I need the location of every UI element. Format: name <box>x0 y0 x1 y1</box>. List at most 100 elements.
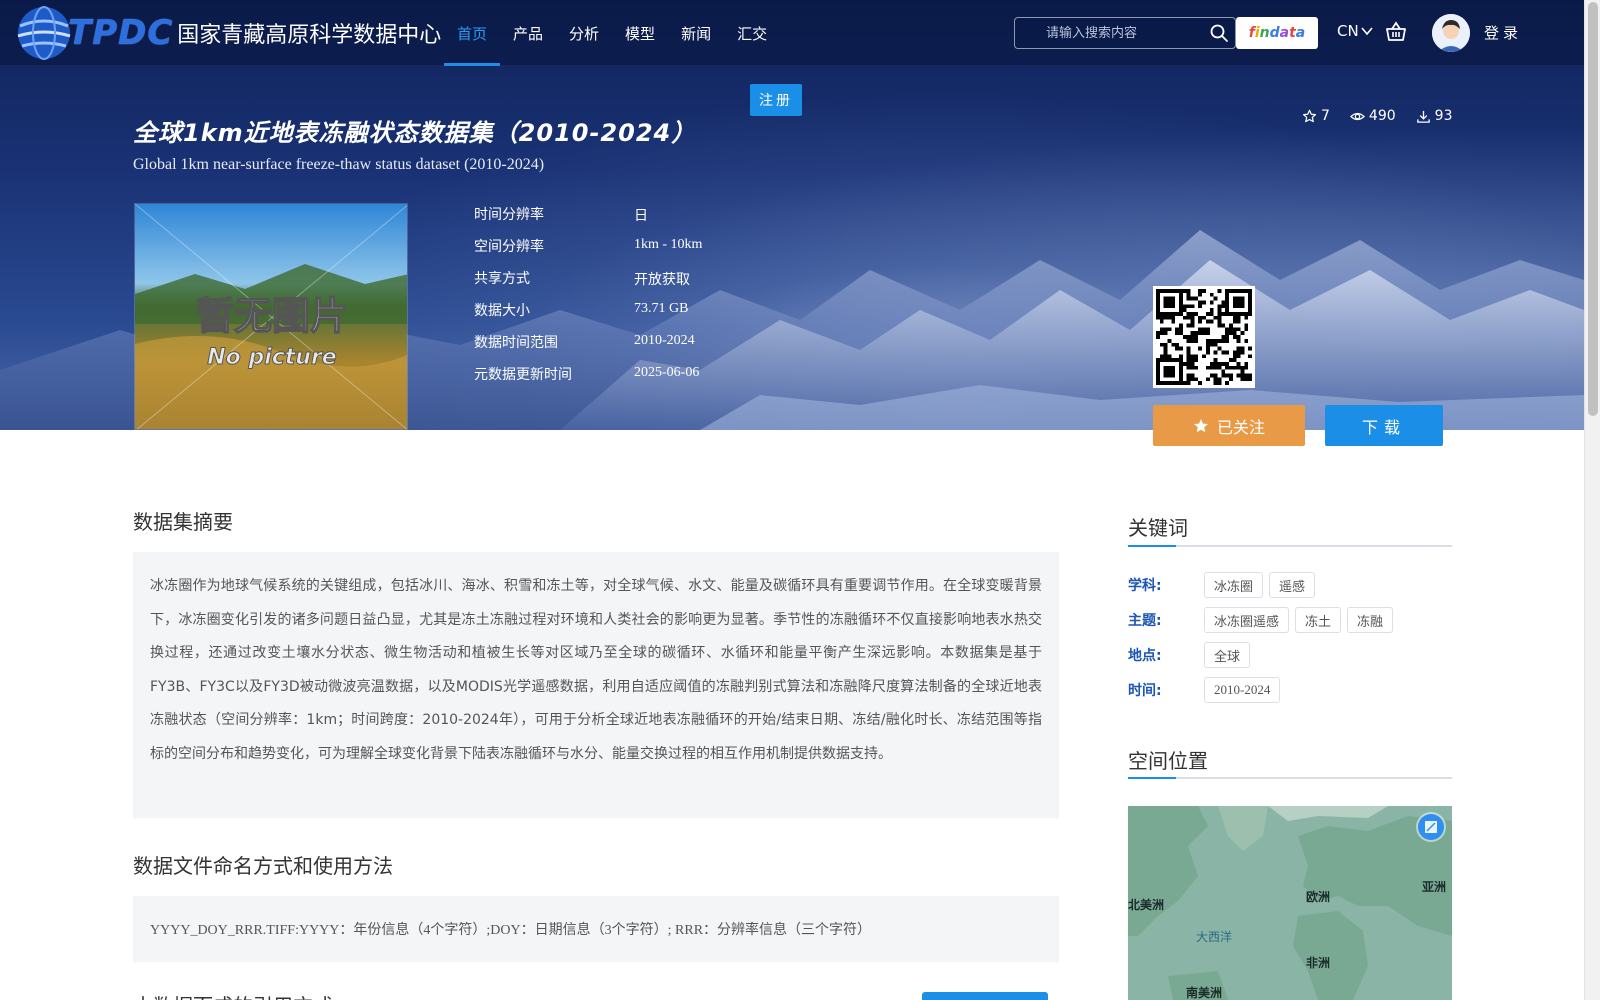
download-icon <box>1416 110 1430 123</box>
abstract-heading: 数据集摘要 <box>133 510 233 534</box>
globe-logo-icon <box>17 6 71 60</box>
map-label-asia: 亚洲 <box>1422 880 1447 894</box>
keyword-tag[interactable]: 2010-2024 <box>1204 677 1281 703</box>
no-picture-text-en: No picture <box>207 345 337 370</box>
eye-icon <box>1349 112 1365 120</box>
scrollbar-thumb[interactable] <box>1588 2 1598 416</box>
nav-item-home[interactable]: 首页 <box>444 0 501 66</box>
keyword-tag[interactable]: 冻融 <box>1347 607 1394 633</box>
citation-heading: 本数据而成的引用方式 <box>133 990 333 1000</box>
meta-label: 空间分辨率 <box>474 239 544 255</box>
keyword-label: 主题: <box>1128 613 1162 629</box>
page-scrollbar[interactable] <box>1584 0 1600 1000</box>
keyword-row-theme: 主题: 冰冻圈遥感 冻土 冻融 <box>1128 607 1399 633</box>
findata-link[interactable]: findata findata <box>1236 17 1318 49</box>
keyword-tag[interactable]: 冰冻圈遥感 <box>1204 607 1290 633</box>
nav-item-news[interactable]: 新闻 <box>668 0 724 66</box>
meta-value: 开放获取 <box>634 273 690 288</box>
views-stat: 490 <box>1349 108 1396 124</box>
downloads-count: 93 <box>1434 108 1453 124</box>
map-label-north-america: 北美洲 <box>1128 898 1165 912</box>
search-input[interactable] <box>1015 18 1201 48</box>
qr-code <box>1153 286 1255 388</box>
views-count: 490 <box>1368 108 1396 124</box>
top-navigation-bar: TPDC 国家青藏高原科学数据中心 首页 产品 分析 模型 新闻 汇交 find… <box>0 0 1584 66</box>
nav-item-models[interactable]: 模型 <box>612 0 668 66</box>
meta-label: 共享方式 <box>474 271 530 287</box>
expand-icon <box>1425 821 1437 833</box>
star-filled-icon <box>1193 418 1208 432</box>
dataset-metadata: 时间分辨率 日 空间分辨率 1km - 10km 共享方式 开放获取 数据大小 … <box>474 200 874 392</box>
meta-row-metadata-updated: 元数据更新时间 2025-06-06 <box>474 360 874 392</box>
naming-text: YYYY_DOY_RRR.TIFF:YYYY：年份信息（4个字符）;DOY：日期… <box>150 923 872 938</box>
citation-action-button[interactable] <box>922 992 1048 1000</box>
user-avatar[interactable] <box>1432 14 1470 52</box>
search-icon[interactable] <box>1209 23 1229 43</box>
meta-row-sharing: 共享方式 开放获取 <box>474 264 874 296</box>
language-label: CN <box>1337 22 1359 40</box>
keyword-label: 学科: <box>1128 578 1162 594</box>
no-picture-image: 暂无图片 No picture <box>135 204 407 429</box>
meta-row-spatial-resolution: 空间分辨率 1km - 10km <box>474 232 874 264</box>
register-button[interactable]: 注册 <box>750 84 802 116</box>
downloads-stat: 93 <box>1416 108 1453 124</box>
dataset-thumbnail: 暂无图片 No picture <box>134 203 408 430</box>
qr-code-image <box>1156 289 1252 385</box>
follow-button[interactable]: 已关注 <box>1153 405 1305 446</box>
dataset-title-cn: 全球1km近地表冻融状态数据集（2010-2024） <box>133 119 697 147</box>
page: TPDC 国家青藏高原科学数据中心 首页 产品 分析 模型 新闻 汇交 find… <box>0 0 1600 1000</box>
meta-label: 数据时间范围 <box>474 335 558 351</box>
map-label-europe: 欧洲 <box>1306 890 1331 904</box>
dataset-title-en: Global 1km near-surface freeze-thaw stat… <box>133 156 545 173</box>
map-label-south-america: 南美洲 <box>1186 986 1223 1000</box>
keyword-tag[interactable]: 全球 <box>1204 642 1251 668</box>
naming-heading: 数据文件命名方式和使用方法 <box>133 854 393 878</box>
favorites-count: 7 <box>1321 108 1330 124</box>
meta-row-time-range: 数据时间范围 2010-2024 <box>474 328 874 360</box>
chevron-down-icon <box>1361 27 1373 36</box>
abstract-box: 冰冻圈作为地球气候系统的关键组成，包括冰川、海冰、积雪和冻土等，对全球气候、水文… <box>133 552 1059 818</box>
language-switch[interactable]: CN <box>1337 22 1373 40</box>
naming-box: YYYY_DOY_RRR.TIFF:YYYY：年份信息（4个字符）;DOY：日期… <box>133 896 1059 962</box>
site-logo[interactable]: TPDC 国家青藏高原科学数据中心 <box>14 4 441 62</box>
keyword-label: 时间: <box>1128 683 1162 699</box>
nav-item-submit[interactable]: 汇交 <box>724 0 780 66</box>
main-nav: 首页 产品 分析 模型 新闻 汇交 <box>444 0 780 66</box>
meta-row-data-size: 数据大小 73.71 GB <box>474 296 874 328</box>
meta-value: 1km - 10km <box>634 237 703 252</box>
hero-banner: TPDC 国家青藏高原科学数据中心 首页 产品 分析 模型 新闻 汇交 find… <box>0 0 1584 430</box>
nav-item-analysis[interactable]: 分析 <box>556 0 612 66</box>
keyword-tag[interactable]: 冻土 <box>1295 607 1342 633</box>
world-map <box>1128 806 1452 1000</box>
cart-icon[interactable] <box>1384 20 1408 44</box>
keyword-label: 地点: <box>1128 648 1162 664</box>
meta-row-time-resolution: 时间分辨率 日 <box>474 200 874 232</box>
map-label-africa: 非洲 <box>1306 956 1331 970</box>
meta-label: 元数据更新时间 <box>474 367 572 383</box>
location-map[interactable]: 北美洲 欧洲 亚洲 大西洋 非洲 南美洲 <box>1128 806 1452 1000</box>
nav-item-products[interactable]: 产品 <box>500 0 556 66</box>
keyword-tag[interactable]: 冰冻圈 <box>1204 572 1264 598</box>
follow-label: 已关注 <box>1216 419 1265 437</box>
meta-label: 数据大小 <box>474 303 530 319</box>
no-picture-text-cn: 暂无图片 <box>196 294 348 338</box>
keyword-row-place: 地点: 全球 <box>1128 642 1256 668</box>
avatar-icon <box>1432 14 1470 52</box>
meta-value: 2025-06-06 <box>634 365 700 380</box>
keyword-tag[interactable]: 遥感 <box>1269 572 1316 598</box>
meta-label: 时间分辨率 <box>474 207 544 223</box>
star-outline-icon <box>1302 109 1317 122</box>
meta-value: 2010-2024 <box>634 333 695 348</box>
map-label-atlantic: 大西洋 <box>1196 930 1233 944</box>
abstract-text: 冰冻圈作为地球气候系统的关键组成，包括冰川、海冰、积雪和冻土等，对全球气候、水文… <box>150 578 1042 762</box>
keywords-divider <box>1128 545 1452 547</box>
download-button[interactable]: 下载 <box>1325 405 1443 446</box>
location-heading: 空间位置 <box>1128 749 1208 773</box>
search-box <box>1014 17 1236 49</box>
login-link[interactable]: 登录 <box>1484 22 1522 43</box>
location-divider <box>1128 777 1452 779</box>
keyword-row-discipline: 学科: 冰冻圈 遥感 <box>1128 572 1321 598</box>
logo-tpdc-text: TPDC <box>68 13 174 53</box>
map-expand-button[interactable] <box>1418 814 1444 840</box>
dataset-stats: 7 490 93 <box>1302 108 1452 124</box>
